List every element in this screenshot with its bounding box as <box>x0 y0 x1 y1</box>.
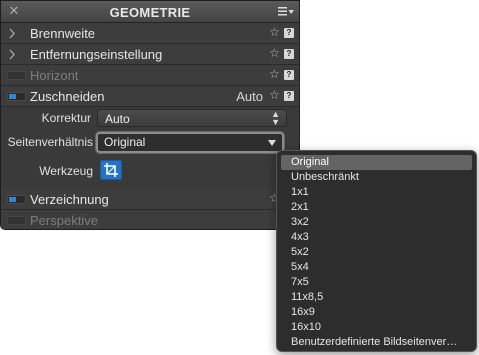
section-label: Zuschneiden <box>30 89 105 104</box>
section-toggle[interactable] <box>7 195 26 204</box>
menu-option-16x10[interactable]: 16x10 <box>281 320 472 335</box>
section-toggle[interactable] <box>7 92 26 101</box>
menu-option-unbeschraenkt[interactable]: Unbeschränkt <box>281 170 472 185</box>
star-outline-icon[interactable]: ☆ <box>269 26 281 38</box>
section-entfernungseinstellung[interactable]: Entfernungseinstellung ☆ ? <box>1 44 299 65</box>
section-label: Perspektive <box>30 213 98 228</box>
menu-option-original[interactable]: Original <box>281 155 472 170</box>
help-icon[interactable]: ? <box>284 28 294 38</box>
section-toggle[interactable] <box>7 216 26 225</box>
section-label: Entfernungseinstellung <box>30 47 163 62</box>
dropdown-triangle-icon <box>268 140 276 146</box>
menu-option-11x8-5[interactable]: 11x8,5 <box>281 290 472 305</box>
panel-menu-icon[interactable] <box>277 4 295 18</box>
star-outline-icon[interactable]: ☆ <box>269 47 281 59</box>
menu-option-benutzerdefiniert[interactable]: Benutzerdefinierte Bildseitenver… <box>281 335 472 350</box>
menu-option-4x3[interactable]: 4x3 <box>281 230 472 245</box>
korrektur-row: Korrektur Auto ▲ ▼ <box>1 107 299 130</box>
section-horizont[interactable]: Horizont ☆ ? <box>1 65 299 86</box>
menu-option-3x2[interactable]: 3x2 <box>281 215 472 230</box>
section-toggle[interactable] <box>7 71 26 80</box>
star-outline-icon[interactable]: ☆ <box>269 89 281 101</box>
seitenverhaeltnis-label: Seitenverhältnis <box>7 135 93 149</box>
star-outline-icon[interactable]: ☆ <box>269 68 281 80</box>
geometrie-panel: ✕ GEOMETRIE Brennweite ☆ ? Entfernungsei… <box>0 0 300 230</box>
section-verzeichnung[interactable]: Verzeichnung ☆ <box>1 189 299 210</box>
chevron-right-icon[interactable] <box>7 49 17 60</box>
aspect-ratio-dropdown-menu: Original Unbeschränkt 1x1 2x1 3x2 4x3 5x… <box>276 150 477 352</box>
seitenverhaeltnis-value: Original <box>104 135 146 149</box>
menu-option-5x2[interactable]: 5x2 <box>281 245 472 260</box>
seitenverhaeltnis-row: Seitenverhältnis Original <box>1 131 299 154</box>
werkzeug-row: Werkzeug <box>1 158 299 184</box>
section-brennweite[interactable]: Brennweite ☆ ? <box>1 23 299 44</box>
korrektur-value: Auto <box>105 112 130 126</box>
help-icon[interactable]: ? <box>284 49 294 59</box>
help-icon[interactable]: ? <box>284 91 294 101</box>
panel-titlebar: ✕ GEOMETRIE <box>1 1 299 23</box>
menu-option-5x4[interactable]: 5x4 <box>281 260 472 275</box>
menu-option-1x1[interactable]: 1x1 <box>281 185 472 200</box>
section-label: Horizont <box>30 68 79 83</box>
help-icon[interactable]: ? <box>284 70 294 80</box>
korrektur-label: Korrektur <box>41 111 91 125</box>
crop-icon <box>104 163 118 177</box>
werkzeug-label: Werkzeug <box>39 164 93 178</box>
section-label: Brennweite <box>30 26 96 41</box>
korrektur-select[interactable]: Auto ▲ ▼ <box>97 109 287 127</box>
menu-option-2x1[interactable]: 2x1 <box>281 200 472 215</box>
section-perspektive[interactable]: Perspektive <box>1 210 299 229</box>
seitenverhaeltnis-select[interactable]: Original <box>96 132 284 153</box>
chevron-right-icon[interactable] <box>7 28 17 39</box>
menu-option-7x5[interactable]: 7x5 <box>281 275 472 290</box>
menu-option-16x9[interactable]: 16x9 <box>281 305 472 320</box>
section-status: Auto <box>236 89 263 104</box>
updown-arrows-icon: ▲ ▼ <box>271 109 280 127</box>
section-zuschneiden[interactable]: Zuschneiden Auto ☆ ? <box>1 86 299 107</box>
crop-tool-button[interactable] <box>100 160 122 180</box>
section-label: Verzeichnung <box>30 192 109 207</box>
panel-title: GEOMETRIE <box>109 5 191 20</box>
